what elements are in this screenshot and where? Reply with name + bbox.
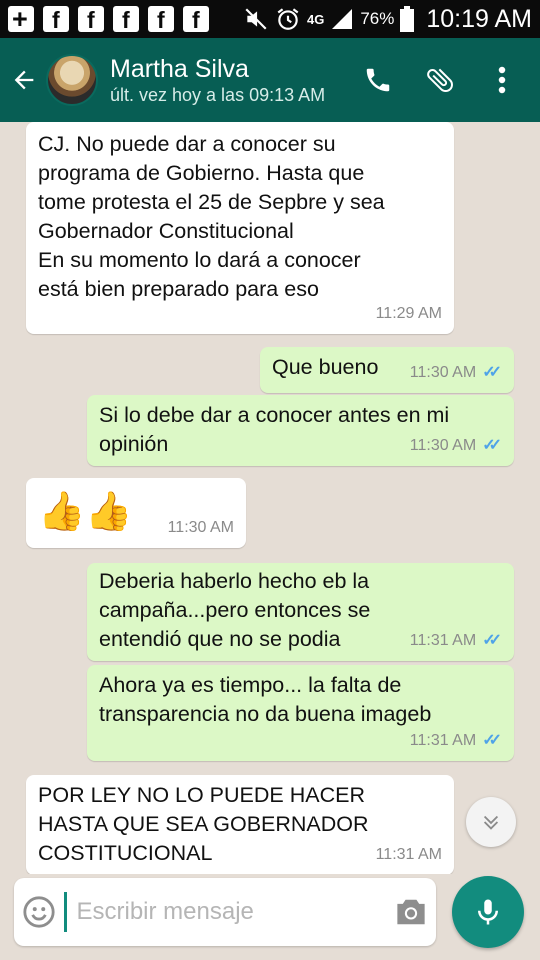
battery-icon [400, 6, 415, 32]
signal-icon [332, 9, 353, 29]
facebook-icon: f [43, 6, 69, 32]
contact-name: Martha Silva [110, 55, 249, 83]
message-input[interactable] [63, 892, 387, 932]
message-composer [14, 878, 436, 946]
facebook-icon: f [113, 6, 139, 32]
attach-icon [427, 68, 453, 93]
message-bubble-outgoing[interactable]: Que bueno 11:30 AM ✓✓ [260, 347, 514, 393]
facebook-icon: f [148, 6, 174, 32]
message-time: 11:31 AM [409, 732, 477, 749]
camera-button[interactable] [387, 878, 437, 946]
message-time: 11:31 AM [409, 632, 477, 649]
plus-icon: + [8, 4, 34, 34]
call-button[interactable] [358, 60, 398, 100]
chevron-double-down-icon [483, 815, 499, 830]
battery-percent: 76% [360, 9, 395, 28]
facebook-icon: f [78, 6, 104, 32]
camera-icon [397, 899, 425, 925]
message-bubble-incoming[interactable]: CJ. No puede dar a conocer su programa d… [26, 122, 454, 334]
phone-icon [366, 68, 390, 92]
message-text: CJ. No puede dar a conocer su programa d… [38, 132, 385, 301]
message-bubble-incoming[interactable]: POR LEY NO LO PUEDE HACER HASTA QUE SEA … [26, 775, 454, 874]
alarm-icon [277, 8, 299, 30]
read-receipt-icon: ✓✓ [482, 364, 502, 381]
message-list[interactable]: CJ. No puede dar a conocer su programa d… [0, 122, 540, 874]
read-receipt-icon: ✓✓ [482, 437, 502, 454]
more-options-button[interactable] [482, 60, 522, 100]
message-text: Ahora ya es tiempo... la falta de transp… [99, 673, 432, 726]
facebook-icon: f [183, 6, 209, 32]
microphone-icon [478, 899, 498, 925]
status-bar: + f f f f f 4G 76% 10:19 AM [0, 0, 540, 38]
emoji-button[interactable] [14, 878, 64, 946]
back-button[interactable] [2, 38, 46, 122]
network-type: 4G [306, 11, 325, 27]
mute-icon [245, 8, 267, 30]
message-time: 11:30 AM [409, 364, 477, 381]
clock: 10:19 AM [426, 4, 532, 33]
last-seen-status: últ. vez hoy a las 09:13 AM [110, 85, 326, 105]
more-icon [498, 66, 506, 94]
read-receipt-icon: ✓✓ [482, 632, 502, 649]
message-bubble-outgoing[interactable]: Si lo debe dar a conocer antes en mi opi… [87, 395, 514, 466]
contact-info[interactable]: Martha Silva últ. vez hoy a las 09:13 AM [110, 54, 325, 106]
message-time: 11:30 AM [409, 437, 477, 454]
avatar[interactable] [46, 54, 98, 106]
message-time: 11:31 AM [375, 846, 442, 863]
scroll-to-bottom-button[interactable] [466, 797, 516, 847]
message-bubble-incoming[interactable]: 👍👍 11:30 AM [26, 478, 246, 548]
message-time: 11:30 AM [167, 519, 234, 536]
message-time: 11:29 AM [375, 305, 442, 322]
emoji-icon [23, 896, 55, 928]
attach-button[interactable] [420, 60, 460, 100]
voice-message-button[interactable] [452, 876, 524, 948]
back-arrow-icon [14, 70, 34, 90]
read-receipt-icon: ✓✓ [482, 732, 502, 749]
message-bubble-outgoing[interactable]: Ahora ya es tiempo... la falta de transp… [87, 665, 514, 761]
chat-header: Martha Silva últ. vez hoy a las 09:13 AM [0, 38, 540, 122]
message-bubble-outgoing[interactable]: Deberia haberlo hecho eb la campaña...pe… [87, 563, 514, 661]
